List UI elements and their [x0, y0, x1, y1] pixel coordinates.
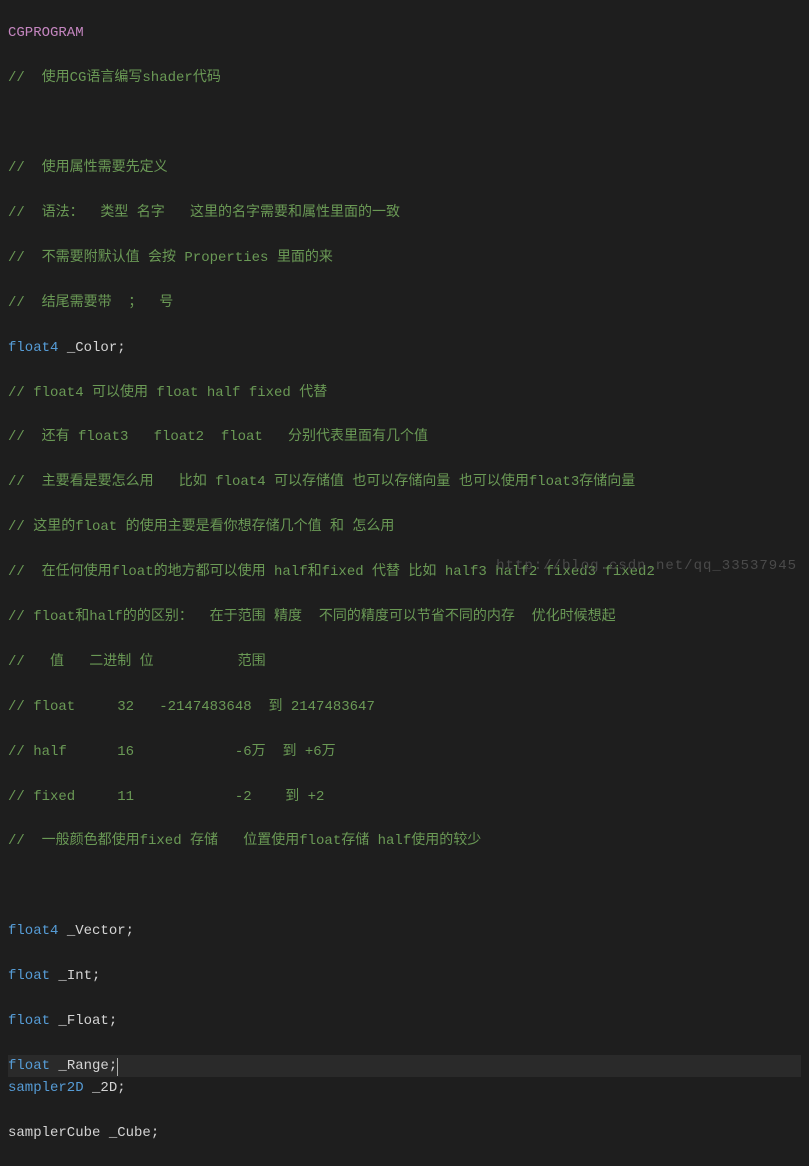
code-line[interactable]: samplerCube _Cube; — [8, 1122, 801, 1145]
identifier-token: _2D — [84, 1080, 118, 1096]
code-line[interactable]: // half 16 -6万 到 +6万 — [8, 741, 801, 764]
code-line-active[interactable]: float _Range; — [8, 1055, 801, 1078]
comment-token: // 主要看是要怎么用 比如 float4 可以存储值 也可以存储向量 也可以使… — [8, 474, 635, 490]
code-line[interactable]: float _Float; — [8, 1010, 801, 1033]
code-line[interactable]: // 结尾需要带 ； 号 — [8, 292, 801, 315]
comment-token: // 不需要附默认值 会按 Properties 里面的来 — [8, 250, 333, 266]
type-token: sampler2D — [8, 1080, 84, 1096]
code-line[interactable]: float4 _Color; — [8, 337, 801, 360]
identifier-token: _Float — [50, 1013, 109, 1029]
comment-token: // float和half的的区别： 在于范围 精度 不同的精度可以节省不同的内… — [8, 609, 616, 625]
type-token: float — [8, 1058, 50, 1074]
punct-token: ; — [151, 1125, 159, 1141]
punct-token: ; — [126, 923, 134, 939]
identifier-token: _Int — [50, 968, 92, 984]
code-line[interactable]: CGPROGRAM — [8, 22, 801, 45]
comment-token: // 使用属性需要先定义 — [8, 160, 168, 176]
code-line[interactable]: float4 _Vector; — [8, 920, 801, 943]
type-token: float4 — [8, 923, 58, 939]
comment-token: // 使用CG语言编写shader代码 — [8, 70, 221, 86]
code-line[interactable]: // 值 二进制 位 范围 — [8, 651, 801, 674]
code-line[interactable]: // 主要看是要怎么用 比如 float4 可以存储值 也可以存储向量 也可以使… — [8, 471, 801, 494]
comment-token: // 一般颜色都使用fixed 存储 位置使用float存储 half使用的较少 — [8, 833, 481, 849]
code-line[interactable]: // 这里的float 的使用主要是看你想存储几个值 和 怎么用 — [8, 516, 801, 539]
comment-token: // half 16 -6万 到 +6万 — [8, 744, 336, 760]
code-line[interactable]: // 还有 float3 float2 float 分别代表里面有几个值 — [8, 426, 801, 449]
comment-token: // 在任何使用float的地方都可以使用 half和fixed 代替 比如 h… — [8, 564, 655, 580]
comment-token: // 这里的float 的使用主要是看你想存储几个值 和 怎么用 — [8, 519, 394, 535]
identifier-token: _Color — [58, 340, 117, 356]
code-line[interactable]: // 不需要附默认值 会按 Properties 里面的来 — [8, 247, 801, 270]
comment-token: // fixed 11 -2 到 +2 — [8, 789, 324, 805]
code-line[interactable]: // 语法： 类型 名字 这里的名字需要和属性里面的一致 — [8, 202, 801, 225]
code-line[interactable]: // float和half的的区别： 在于范围 精度 不同的精度可以节省不同的内… — [8, 606, 801, 629]
code-line[interactable]: // float4 可以使用 float half fixed 代替 — [8, 382, 801, 405]
identifier-token: _Range — [50, 1058, 109, 1074]
type-token: float — [8, 1013, 50, 1029]
text-cursor — [117, 1058, 118, 1076]
type-token: float4 — [8, 340, 58, 356]
code-line[interactable]: // 一般颜色都使用fixed 存储 位置使用float存储 half使用的较少 — [8, 830, 801, 853]
code-line[interactable]: // float 32 -2147483648 到 2147483647 — [8, 696, 801, 719]
code-editor-viewport[interactable]: CGPROGRAM // 使用CG语言编写shader代码 // 使用属性需要先… — [0, 0, 809, 1166]
code-line[interactable]: // 在任何使用float的地方都可以使用 half和fixed 代替 比如 h… — [8, 561, 801, 584]
comment-token: // float 32 -2147483648 到 2147483647 — [8, 699, 375, 715]
punct-token: ; — [117, 1080, 125, 1096]
punct-token: ; — [109, 1013, 117, 1029]
comment-token: // float4 可以使用 float half fixed 代替 — [8, 385, 327, 401]
punct-token: ; — [92, 968, 100, 984]
code-line-blank[interactable] — [8, 112, 801, 135]
identifier-token: _Cube — [100, 1125, 150, 1141]
comment-token: // 结尾需要带 ； 号 — [8, 295, 173, 311]
identifier-token: _Vector — [58, 923, 125, 939]
comment-token: // 语法： 类型 名字 这里的名字需要和属性里面的一致 — [8, 205, 400, 221]
code-line[interactable]: // fixed 11 -2 到 +2 — [8, 786, 801, 809]
type-token: float — [8, 968, 50, 984]
comment-token: // 还有 float3 float2 float 分别代表里面有几个值 — [8, 429, 428, 445]
comment-token: // 值 二进制 位 范围 — [8, 654, 266, 670]
type-token: samplerCube — [8, 1125, 100, 1141]
macro-token: CGPROGRAM — [8, 25, 84, 41]
code-line-blank[interactable] — [8, 875, 801, 898]
code-line[interactable]: // 使用属性需要先定义 — [8, 157, 801, 180]
punct-token: ; — [109, 1058, 117, 1074]
code-line[interactable]: sampler2D _2D; — [8, 1077, 801, 1100]
code-line[interactable]: float _Int; — [8, 965, 801, 988]
code-line[interactable]: // 使用CG语言编写shader代码 — [8, 67, 801, 90]
punct-token: ; — [117, 340, 125, 356]
